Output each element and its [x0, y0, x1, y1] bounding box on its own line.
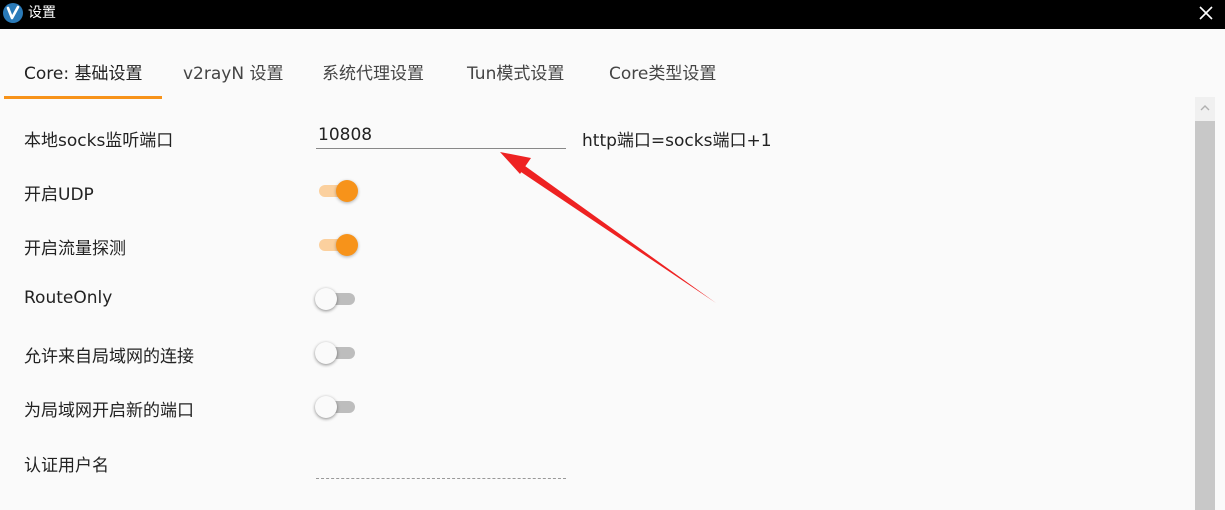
- sniffing-toggle[interactable]: [315, 233, 359, 257]
- scroll-up-button[interactable]: [1195, 97, 1215, 119]
- socks-port-label: 本地socks监听端口: [24, 131, 174, 151]
- allow-lan-label: 允许来自局域网的连接: [24, 347, 194, 367]
- auth-user-label: 认证用户名: [24, 456, 109, 476]
- tab-v2rayn-settings[interactable]: v2rayN 设置: [183, 59, 283, 84]
- http-port-hint: http端口=socks端口+1: [582, 131, 772, 151]
- scrollbar-thumb[interactable]: [1195, 121, 1215, 510]
- chevron-up-icon: [1200, 105, 1210, 111]
- route-only-toggle[interactable]: [315, 287, 359, 311]
- sniffing-label: 开启流量探测: [24, 239, 126, 259]
- title-bar: 设置: [0, 0, 1225, 29]
- close-icon: [1199, 6, 1213, 20]
- udp-label: 开启UDP: [24, 185, 94, 205]
- socks-port-input[interactable]: [316, 121, 566, 149]
- vertical-scrollbar[interactable]: [1195, 97, 1215, 510]
- tab-system-proxy-settings[interactable]: 系统代理设置: [322, 59, 424, 84]
- tab-core-type-settings[interactable]: Core类型设置: [609, 59, 716, 84]
- auth-user-input[interactable]: [316, 451, 566, 479]
- v2rayn-logo-icon: [3, 3, 23, 23]
- close-button[interactable]: [1195, 2, 1217, 24]
- tab-core-basic-settings[interactable]: Core: 基础设置: [24, 59, 142, 84]
- new-lan-port-toggle[interactable]: [315, 395, 359, 419]
- active-tab-indicator: [4, 96, 162, 99]
- window-title: 设置: [28, 5, 56, 21]
- tab-tun-mode-settings[interactable]: Tun模式设置: [467, 59, 564, 84]
- route-only-label: RouteOnly: [24, 288, 113, 308]
- allow-lan-toggle[interactable]: [315, 341, 359, 365]
- tab-bar: Core: 基础设置 v2rayN 设置 系统代理设置 Tun模式设置 Core…: [0, 29, 1225, 99]
- new-lan-port-label: 为局域网开启新的端口: [24, 401, 194, 421]
- udp-toggle[interactable]: [315, 179, 359, 203]
